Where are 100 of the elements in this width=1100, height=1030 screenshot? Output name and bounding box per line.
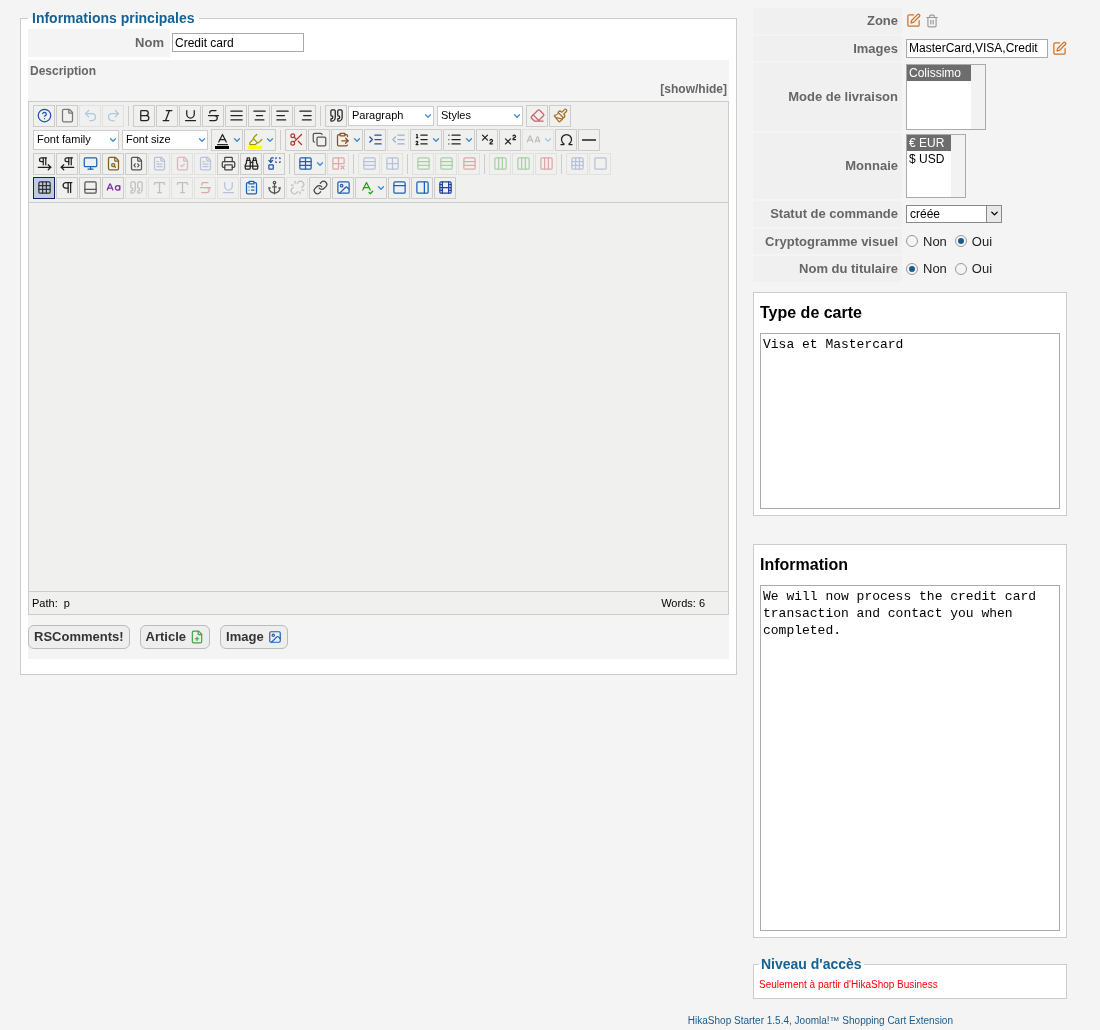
text-field[interactable]: MasterCard,VISA,Credit — [906, 38, 1048, 58]
align-justify-icon — [228, 108, 244, 123]
document-plus-icon — [190, 629, 205, 644]
show-hide-link[interactable]: [show/hide] — [658, 79, 729, 98]
delete-table-icon — [330, 156, 346, 171]
brush-icon — [552, 108, 568, 123]
list-option[interactable]: $ USD — [907, 151, 951, 167]
quote-icon — [128, 180, 144, 195]
superscript-icon — [502, 132, 518, 147]
radio-button[interactable] — [954, 235, 967, 248]
trash-icon[interactable] — [925, 13, 939, 28]
panel-title: Information — [760, 554, 849, 575]
highlighter-icon — [247, 132, 263, 147]
radio-label: Oui — [971, 260, 993, 278]
link-icon — [312, 180, 328, 195]
editor-button[interactable]: Image — [220, 625, 288, 649]
letters-icon — [174, 180, 190, 195]
preview-icon — [105, 156, 121, 171]
text-area[interactable]: Visa et Mastercard — [760, 332, 1060, 509]
text-area[interactable]: We will now process the credit card transaction and contact you when completed. — [760, 584, 1060, 931]
path-value[interactable]: p — [63, 594, 70, 611]
field-label: Nom du titulaire — [753, 256, 902, 282]
monitor-icon — [82, 156, 98, 171]
table-icon — [297, 156, 313, 171]
code-icon — [128, 156, 144, 171]
align-left-icon — [274, 108, 290, 123]
radio-button[interactable] — [906, 235, 918, 248]
select-value: créée — [910, 205, 941, 223]
list-option[interactable]: € EUR — [907, 135, 951, 151]
style-select[interactable]: Font size — [122, 129, 208, 150]
film-icon — [437, 180, 453, 195]
document-icon — [151, 156, 167, 171]
align-center-icon — [251, 108, 267, 123]
grid-icon — [36, 180, 52, 195]
radio-label: Non — [923, 260, 947, 278]
radio-label: Oui — [971, 232, 993, 251]
quote-icon — [328, 108, 344, 123]
status-select[interactable]: créée — [906, 204, 1002, 223]
radio-label: Non — [923, 232, 947, 251]
omega-icon — [558, 132, 574, 147]
field-label: Zone — [753, 8, 902, 34]
select-value: Paragraph — [352, 108, 404, 124]
panel-icon — [82, 180, 98, 195]
radio-button[interactable] — [906, 262, 918, 275]
image-icon — [267, 629, 282, 644]
edit-icon[interactable] — [906, 13, 921, 29]
path-label: Path: — [32, 595, 58, 611]
list-option[interactable]: Colissimo — [907, 65, 971, 81]
pilcrow-icon — [59, 180, 75, 195]
section-legend: Informations principales — [28, 8, 199, 29]
name-field[interactable]: Credit card — [172, 33, 304, 53]
footer-text: HikaShop Starter 1.5.4, Joomla!™ Shopping Cart Extension — [687, 1013, 953, 1028]
eraser-icon — [529, 108, 545, 123]
document-check-icon — [174, 156, 190, 171]
underline-icon — [220, 180, 236, 195]
editor-button[interactable]: RSComments! — [28, 625, 130, 649]
layer-icon — [391, 180, 407, 195]
italic-icon — [159, 108, 175, 123]
outdent-icon — [390, 132, 406, 147]
horizontal-rule-icon — [582, 138, 596, 141]
print-icon — [220, 156, 236, 171]
subscript-icon — [479, 132, 495, 147]
access-notice: Seulement à partir d'HikaShop Business — [759, 978, 938, 990]
copy-icon — [311, 132, 327, 147]
redo-icon — [105, 108, 121, 123]
split-button[interactable] — [211, 128, 243, 151]
panel-title: Type de carte — [760, 302, 863, 323]
field-label: Images — [753, 35, 902, 61]
image-icon — [335, 180, 351, 195]
binoculars-icon — [243, 156, 259, 171]
field-label: Nom — [28, 29, 170, 57]
paste-icon — [334, 132, 350, 147]
underline-icon — [182, 108, 198, 123]
anchor-icon — [266, 180, 282, 195]
document-icon — [197, 156, 213, 171]
select-value: Styles — [441, 108, 471, 124]
field-label: Mode de livraison — [753, 63, 902, 131]
style-select[interactable]: Paragraph — [348, 105, 434, 126]
field-label: Cryptogramme visuel — [753, 228, 902, 254]
toolbar-button[interactable] — [33, 176, 55, 199]
unlink-icon — [289, 180, 305, 195]
radio-button[interactable] — [954, 262, 967, 275]
left-to-right-icon — [36, 156, 52, 171]
clipboard-icon — [243, 180, 259, 195]
text-color-icon — [214, 132, 230, 147]
scrollbar[interactable] — [971, 65, 985, 129]
right-to-left-icon — [59, 156, 75, 171]
edit-icon[interactable] — [1052, 40, 1067, 56]
scrollbar[interactable] — [951, 135, 965, 197]
bullet-list-icon — [446, 132, 462, 147]
list-box[interactable]: Colissimo — [906, 64, 986, 130]
section-legend: Niveau d'accès — [759, 953, 864, 975]
split-button[interactable] — [443, 128, 475, 151]
cut-icon — [288, 132, 304, 147]
style-select[interactable]: Styles — [437, 105, 523, 126]
list-box[interactable]: € EUR $ USD — [906, 134, 966, 198]
strikethrough-icon — [197, 180, 213, 195]
split-button[interactable] — [410, 128, 442, 151]
style-select[interactable]: Font family — [33, 129, 119, 150]
editor-button[interactable]: Article — [139, 625, 211, 649]
